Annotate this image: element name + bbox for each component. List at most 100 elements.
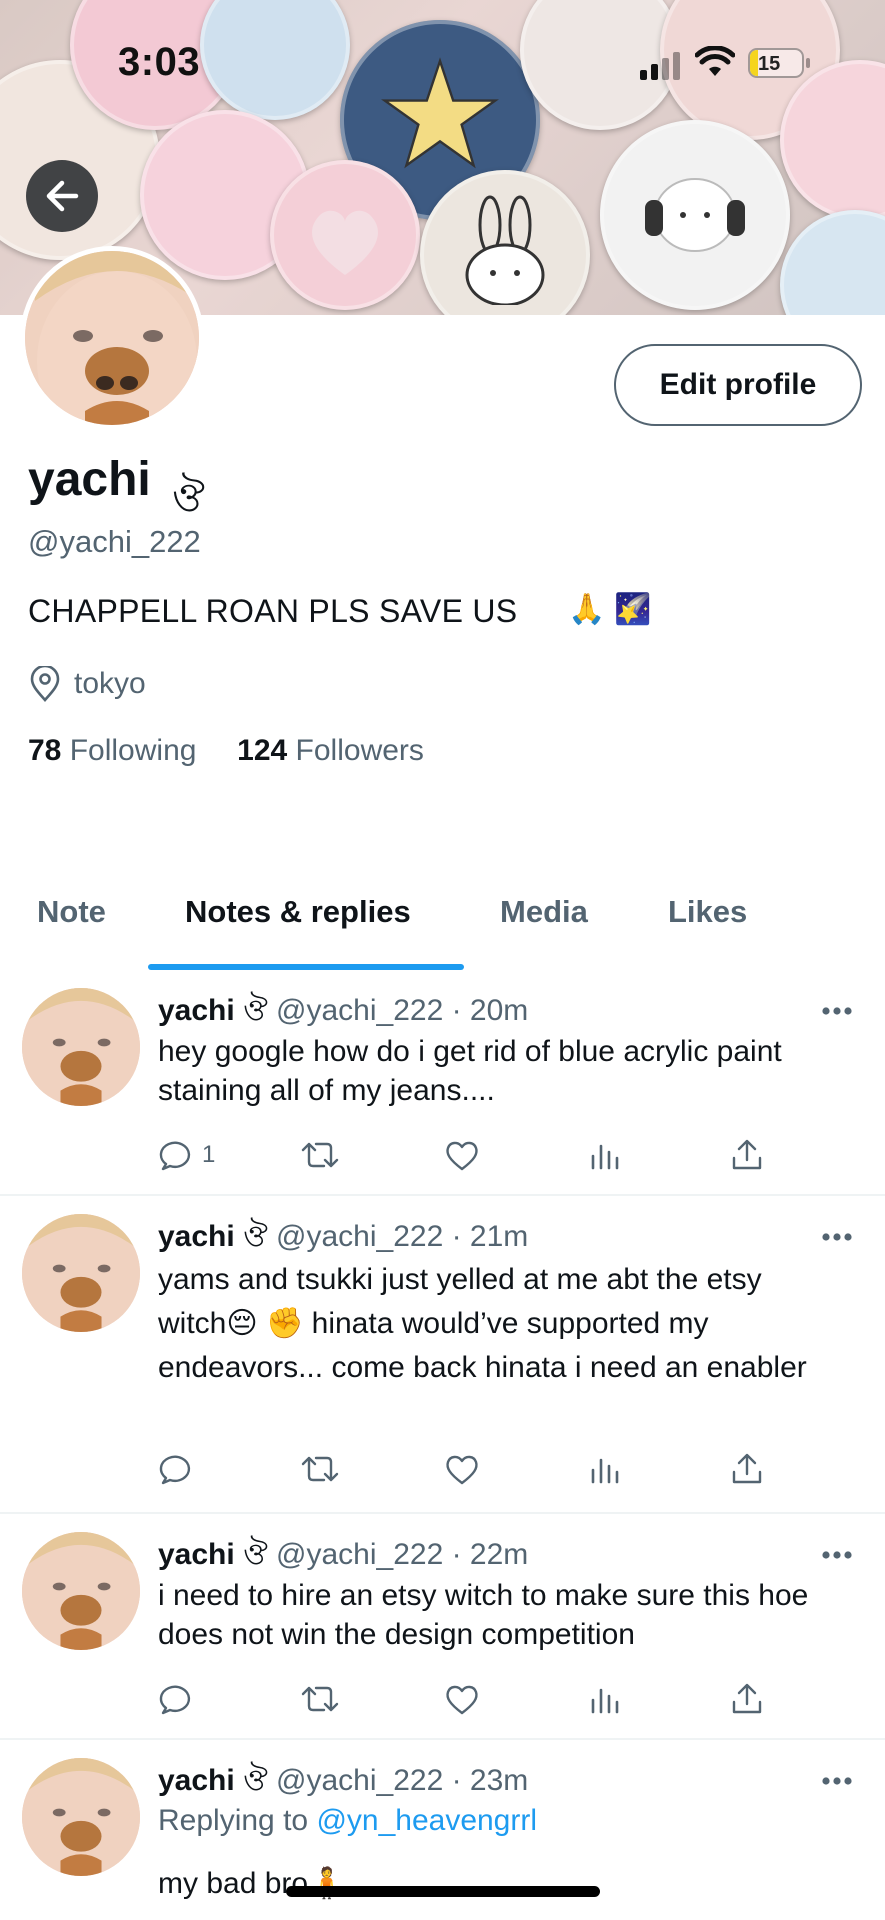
reply-icon — [159, 1455, 191, 1485]
bar-chart-icon — [591, 1144, 619, 1170]
replying-to-label: Replying to — [158, 1804, 309, 1837]
replying-to-handle-link[interactable]: @yn_heavengrrl — [316, 1804, 537, 1837]
home-indicator — [286, 1886, 600, 1897]
share-button[interactable] — [730, 1452, 764, 1486]
post-header: yachi ঔ @yachi_222 · 21m — [158, 1212, 528, 1263]
bio-emoji-pray: 🙏 — [568, 593, 606, 626]
post-header: yachi ঔ @yachi_222 · 20m — [158, 986, 528, 1037]
heart-icon — [446, 1455, 478, 1485]
post-avatar[interactable] — [22, 1532, 140, 1650]
bar-chart-icon — [591, 1458, 619, 1484]
reply-button[interactable] — [158, 1452, 192, 1486]
reply-button[interactable] — [158, 1682, 192, 1716]
views-button[interactable] — [588, 1452, 622, 1486]
post-text: i need to hire an etsy witch to make sur… — [158, 1579, 809, 1651]
views-button[interactable] — [588, 1682, 622, 1716]
post-actions — [158, 1682, 778, 1722]
profile-bio: CHAPPELL ROAN PLS SAVE US — [28, 593, 518, 629]
cellular-signal-icon — [640, 52, 680, 80]
like-button[interactable] — [444, 1138, 480, 1172]
post-author-emoji: ঔ — [243, 1764, 268, 1797]
post-avatar[interactable] — [22, 988, 140, 1106]
heart-icon — [446, 1141, 478, 1171]
reply-icon — [159, 1141, 191, 1171]
following-link[interactable]: 78 Following — [28, 734, 205, 767]
tab-notes-and-replies[interactable]: Notes & replies — [185, 894, 411, 930]
bio-emoji-shooting-star: 🌠 — [614, 593, 652, 626]
post-actions — [158, 1452, 778, 1492]
post-meta: @yachi_222 · 21m — [276, 1220, 529, 1253]
post-actions: 1 — [158, 1138, 778, 1178]
heart-badge-graphic — [312, 210, 378, 275]
post-text: hey google how do i get rid of blue acry… — [158, 1035, 782, 1107]
post[interactable]: yachi ঔ @yachi_222 · 20m hey google how … — [0, 970, 885, 1196]
bar-chart-icon — [591, 1688, 619, 1714]
post-author-name: yachi — [158, 1764, 235, 1797]
more-options-icon[interactable] — [821, 1232, 853, 1242]
status-bar: 3:03 15 — [0, 0, 885, 130]
profile-handle: @yachi_222 — [28, 524, 201, 559]
heart-icon — [446, 1685, 478, 1715]
follow-stats: 78 Following 124 Followers — [28, 734, 424, 768]
status-time: 3:03 — [118, 40, 201, 84]
reply-icon — [159, 1685, 191, 1715]
reply-button[interactable]: 1 — [158, 1138, 215, 1172]
name-emoji: ঔ — [172, 476, 205, 520]
followers-count: 124 — [237, 734, 288, 767]
post-header: yachi ঔ @yachi_222 · 23m — [158, 1756, 528, 1807]
post-author-name: yachi — [158, 1220, 235, 1253]
post-author-emoji: ঔ — [243, 1220, 268, 1253]
battery-fill — [750, 50, 758, 76]
tab-likes[interactable]: Likes — [668, 894, 747, 930]
post-meta: @yachi_222 · 22m — [276, 1538, 529, 1571]
share-button[interactable] — [730, 1682, 764, 1716]
profile-location: tokyo — [28, 666, 146, 702]
like-button[interactable] — [444, 1682, 480, 1716]
post-header: yachi ঔ @yachi_222 · 22m — [158, 1530, 528, 1581]
post-avatar[interactable] — [22, 1758, 140, 1876]
headphone-bunny-graphic — [645, 178, 745, 252]
more-options-icon[interactable] — [821, 1006, 853, 1016]
back-button[interactable] — [26, 160, 98, 232]
edit-profile-button[interactable]: Edit profile — [614, 344, 862, 426]
location-pin-icon — [30, 666, 60, 702]
replying-to: Replying to @yn_heavengrrl — [158, 1804, 537, 1838]
post-author-name: yachi — [158, 1538, 235, 1571]
repost-icon — [301, 1686, 339, 1712]
battery-icon: 15 — [748, 48, 804, 78]
share-button[interactable] — [730, 1138, 764, 1172]
following-label: Following — [69, 734, 197, 767]
post[interactable]: yachi ঔ @yachi_222 · 22m i need to hire … — [0, 1514, 885, 1740]
arrow-left-icon — [46, 180, 79, 212]
repost-icon — [301, 1142, 339, 1168]
followers-label: Followers — [295, 734, 424, 767]
avatar-image — [25, 251, 199, 425]
more-options-icon[interactable] — [821, 1776, 853, 1786]
bunny-badge-graphic — [465, 195, 545, 305]
repost-button[interactable] — [300, 1682, 340, 1716]
post-meta: @yachi_222 · 23m — [276, 1764, 529, 1797]
profile-avatar[interactable] — [20, 246, 204, 430]
post-author-emoji: ঔ — [243, 1538, 268, 1571]
tab-media[interactable]: Media — [500, 894, 588, 930]
post[interactable]: yachi ঔ @yachi_222 · 21m yams and tsukki… — [0, 1196, 885, 1514]
reply-count: 1 — [202, 1141, 216, 1168]
following-count: 78 — [28, 734, 62, 767]
battery-percent: 15 — [758, 53, 781, 75]
post-author-name: yachi — [158, 994, 235, 1027]
post-meta: @yachi_222 · 20m — [276, 994, 529, 1027]
repost-button[interactable] — [300, 1138, 340, 1172]
repost-icon — [301, 1456, 339, 1482]
repost-button[interactable] — [300, 1452, 340, 1486]
profile-display-name: yachi — [28, 453, 151, 506]
profile-tabs: Note Notes & replies Media Likes — [0, 880, 885, 970]
views-button[interactable] — [588, 1138, 622, 1172]
like-button[interactable] — [444, 1452, 480, 1486]
more-options-icon[interactable] — [821, 1550, 853, 1560]
post-avatar[interactable] — [22, 1214, 140, 1332]
location-text: tokyo — [74, 667, 146, 700]
followers-link[interactable]: 124 Followers — [237, 734, 424, 767]
tab-note[interactable]: Note — [37, 894, 106, 930]
battery-tip — [806, 58, 810, 68]
post-text: yams and tsukki just yelled at me abt th… — [158, 1263, 807, 1384]
